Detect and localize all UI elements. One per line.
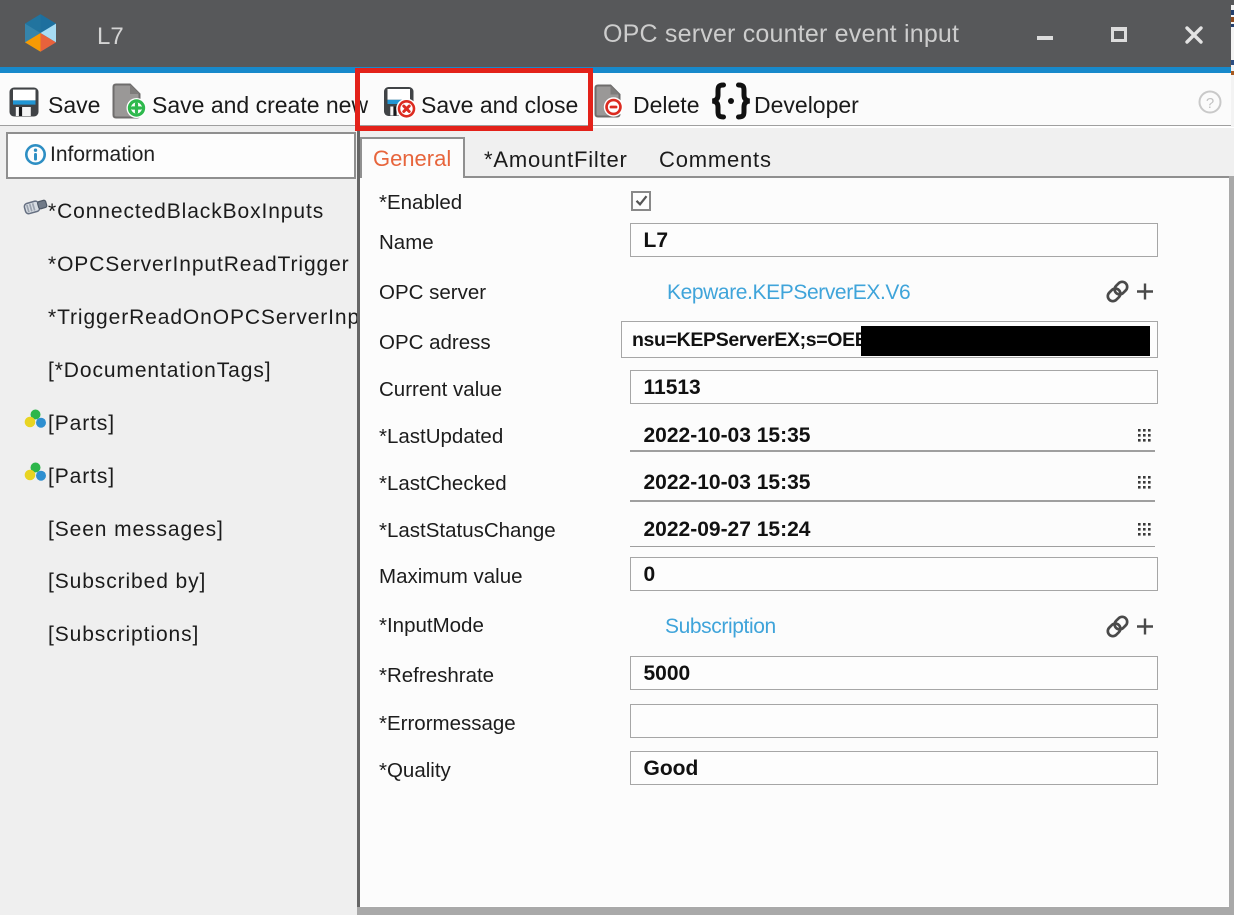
svg-text:?: ? [1206, 95, 1214, 112]
